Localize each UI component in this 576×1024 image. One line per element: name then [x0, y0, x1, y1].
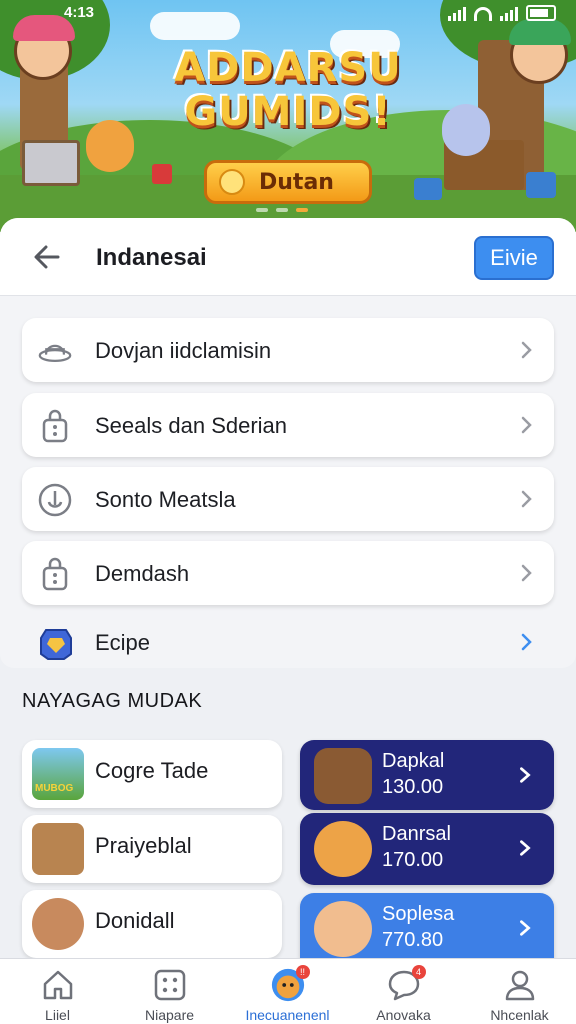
signal-icon	[448, 7, 466, 21]
back-button[interactable]	[28, 238, 66, 276]
profile-icon	[502, 967, 538, 1003]
menu-item-label: Seeals dan Sderian	[95, 413, 288, 438]
nav-label: Anovaka	[376, 1007, 431, 1023]
home-icon	[40, 967, 76, 1003]
nav-item-profile[interactable]: Nhcenlak	[462, 967, 576, 1024]
character-art	[314, 901, 372, 957]
menu-item[interactable]: Demdash	[22, 541, 554, 605]
menu-item-label: Ecipe	[95, 630, 151, 655]
nav-item-mascot[interactable]: !! Inecuanenenl	[230, 965, 345, 1024]
chevron-right-icon	[521, 490, 532, 508]
cat-mascot-art	[442, 104, 490, 156]
dice-icon	[152, 164, 172, 184]
nav-item-home[interactable]: Liiel	[0, 967, 115, 1024]
promo-value: 130.00	[382, 776, 444, 798]
chevron-right-icon	[521, 633, 532, 651]
bottom-navigation: Liiel Niapare !! Inecuanenenl 4 Anovaka …	[0, 958, 576, 1024]
blue-chest-icon	[414, 178, 442, 200]
nav-label: Nhcenlak	[490, 1007, 549, 1023]
nav-label: Niapare	[144, 1007, 195, 1023]
character-right-art	[509, 19, 571, 84]
fox-mascot-art	[86, 120, 134, 172]
menu-item-label: Dovjan iidclamisin	[95, 338, 272, 363]
grid-icon	[152, 967, 188, 1003]
game-list-item[interactable]: Donidall	[22, 890, 282, 958]
coin-icon	[219, 169, 245, 195]
wifi-icon	[474, 7, 492, 21]
chevron-right-icon	[521, 341, 532, 359]
carousel-dot[interactable]	[256, 208, 268, 212]
game-title-line2: GUMIDS!	[184, 89, 392, 135]
game-list-label: Donidall	[95, 908, 175, 933]
character-desk-art	[314, 748, 372, 804]
page-title: Indanesai	[96, 244, 207, 271]
lock-icon	[38, 409, 72, 443]
menu-item[interactable]: Seeals dan Sderian	[22, 393, 554, 457]
chevron-right-icon	[521, 564, 532, 582]
lock-icon	[38, 557, 72, 591]
status-icons	[448, 5, 556, 21]
nav-label: Liiel	[45, 1007, 70, 1023]
promo-value: 770.80	[382, 929, 444, 951]
chevron-right-icon	[521, 416, 532, 434]
thumbnail-text: MUBOG	[35, 783, 74, 794]
game-title: ADDARSU GUMIDS!	[160, 46, 416, 134]
menu-item-plain[interactable]: Ecipe	[22, 618, 554, 668]
banner-button-label: Dutan	[259, 169, 334, 195]
menu-item-label: Demdash	[95, 561, 190, 586]
promo-card[interactable]: Dapkal 130.00	[300, 740, 554, 810]
chevron-right-icon	[520, 840, 531, 856]
blue-chest-icon	[526, 172, 556, 198]
promo-card[interactable]: Soplesa 770.80	[300, 893, 554, 959]
menu-item-label: Sonto Meatsla	[95, 487, 236, 512]
notification-badge: !!	[295, 965, 310, 979]
game-list-label: Cogre Tade	[95, 758, 209, 783]
chevron-right-icon	[520, 920, 531, 936]
chevron-right-icon	[520, 767, 531, 783]
menu-item[interactable]: Sonto Meatsla	[22, 467, 554, 531]
game-title-line1: ADDARSU	[174, 45, 402, 91]
section-title: NAYAGAG MUDAK	[22, 690, 203, 712]
mascot-icon: !!	[270, 965, 310, 1003]
game-list-label: Praiyeblal	[95, 833, 192, 858]
signal-icon	[500, 7, 518, 21]
game-list-item[interactable]: MUBOG Cogre Tade	[22, 740, 282, 808]
avatar	[32, 898, 84, 950]
game-thumbnail: MUBOG	[32, 748, 84, 800]
status-bar: 4:13	[0, 0, 576, 26]
nav-label: Inecuanenenl	[245, 1007, 330, 1023]
hat-icon	[38, 334, 72, 368]
status-time: 4:13	[64, 4, 95, 21]
nav-item-chat[interactable]: 4 Anovaka	[346, 965, 461, 1024]
carousel-dot[interactable]	[276, 208, 288, 212]
character-left-art	[13, 15, 75, 80]
nav-item-grid[interactable]: Niapare	[112, 967, 227, 1024]
promo-value: 170.00	[382, 849, 444, 871]
arrow-left-icon	[34, 245, 60, 269]
battery-icon	[526, 5, 556, 21]
banner-play-button[interactable]: Dutan	[204, 160, 372, 204]
chat-icon: 4	[386, 965, 426, 1003]
treasure-chest-icon	[22, 140, 80, 186]
promo-name: Soplesa	[382, 903, 455, 925]
house-thumbnail	[32, 823, 84, 875]
header-action-button[interactable]: Eivie	[474, 236, 554, 280]
carousel-indicator[interactable]	[256, 208, 308, 212]
promo-card[interactable]: Danrsal 170.00	[300, 813, 554, 885]
menu-item[interactable]: Dovjan iidclamisin	[22, 318, 554, 382]
promo-name: Dapkal	[382, 750, 445, 772]
gem-icon	[38, 626, 74, 667]
notification-badge: 4	[411, 965, 426, 979]
promo-name: Danrsal	[382, 823, 451, 845]
carousel-dot-active[interactable]	[296, 208, 308, 212]
game-banner[interactable]: ADDARSU GUMIDS! Dutan	[0, 0, 576, 232]
game-list-item[interactable]: Praiyeblal	[22, 815, 282, 883]
fox-mascot-art	[314, 821, 372, 877]
anchor-icon	[38, 483, 72, 517]
